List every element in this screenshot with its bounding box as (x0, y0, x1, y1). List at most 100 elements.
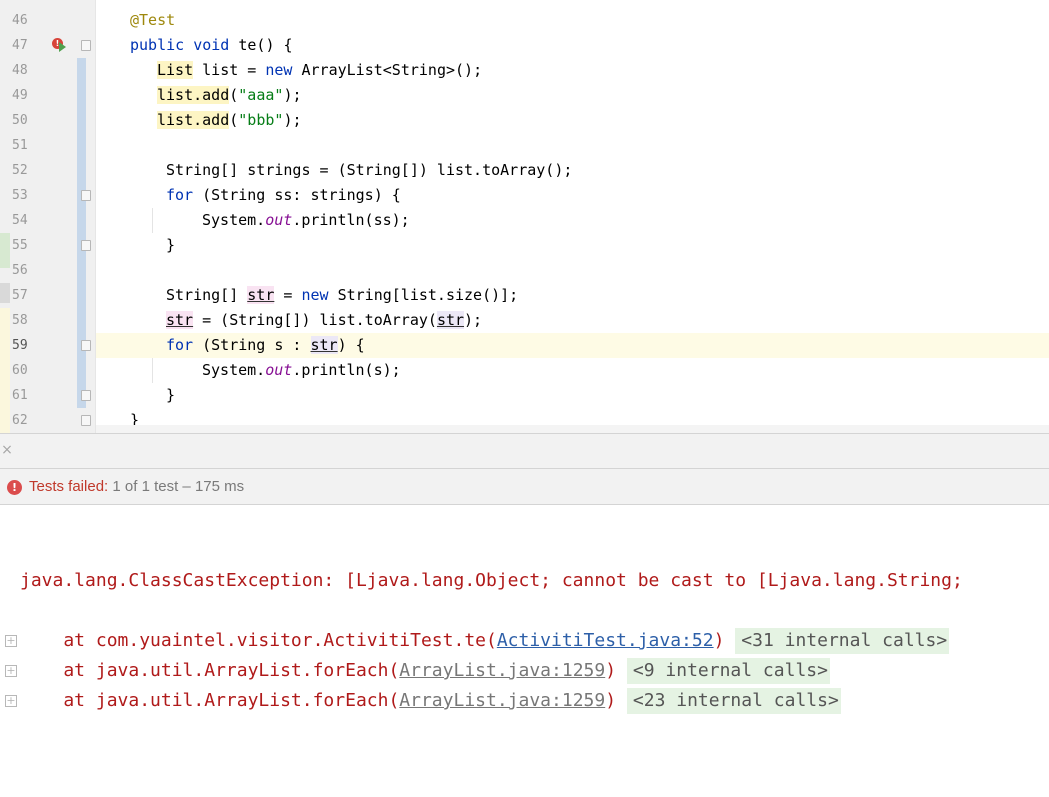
tests-failed-detail: 1 of 1 test – 175 ms (108, 478, 245, 495)
line-number: 47 (12, 38, 28, 53)
gutter-line: 46 (0, 8, 95, 33)
test-status-bar: ! Tests failed: 1 of 1 test – 175 ms (0, 468, 1049, 505)
line-number: 62 (12, 413, 28, 428)
code-line-61: } (166, 383, 175, 408)
test-status-text: Tests failed: 1 of 1 test – 175 ms (29, 469, 244, 504)
unfold-icon[interactable] (81, 240, 91, 251)
code-line-57: String[] str = new String[list.size()]; (166, 283, 518, 308)
fold-icon[interactable] (81, 340, 91, 351)
code-editor[interactable]: 46 47 48 49 50 51 52 53 54 55 56 57 58 5… (0, 0, 1049, 433)
run-test-icon[interactable]: ! (50, 37, 66, 53)
code-line-60: System.out.println(s); (202, 358, 401, 383)
line-number: 55 (12, 238, 28, 253)
code-text: System. (202, 211, 266, 229)
vcs-change-bar[interactable] (77, 58, 86, 408)
run-panel-header: × (0, 434, 1049, 468)
stack-frame-text: ) (605, 660, 617, 681)
fold-icon[interactable] (81, 190, 91, 201)
code-text: list.add (157, 111, 230, 129)
line-number: 48 (12, 63, 28, 78)
source-link[interactable]: ArrayList.java:1259 (399, 660, 605, 681)
close-icon[interactable]: × (1, 443, 13, 457)
code-text: ); (283, 111, 302, 129)
exception-message: java.lang.ClassCastException: [Ljava.lan… (20, 570, 963, 591)
line-number: 56 (12, 263, 28, 278)
horizontal-scrollbar[interactable] (96, 425, 1049, 433)
code-text: System. (202, 361, 266, 379)
code-line-48: List list = new ArrayList<String>(); (157, 58, 482, 83)
annotation: @Test (130, 11, 176, 29)
unfold-icon[interactable] (81, 390, 91, 401)
keyword: public (130, 36, 185, 54)
play-icon (59, 42, 66, 52)
line-number: 58 (12, 313, 28, 328)
indent-guide (152, 358, 153, 383)
line-number-current: 59 (12, 338, 28, 353)
code-line-55: } (166, 233, 175, 258)
code-line-47: public void te() { (130, 33, 293, 58)
code-text: (String ss: strings) { (193, 186, 401, 204)
string-literal: "aaa" (238, 86, 284, 104)
indent-guide (152, 208, 153, 233)
variable-read-highlight: str (310, 336, 338, 354)
line-number: 53 (12, 188, 28, 203)
code-text: ) { (337, 336, 365, 354)
code-text: ArrayList<String>(); (292, 61, 483, 79)
code-text: String[list.size()]; (328, 286, 519, 304)
code-line-53: for (String ss: strings) { (166, 183, 401, 208)
code-text: String[] (166, 286, 248, 304)
code-line-58: str = (String[]) list.toArray(str); (166, 308, 482, 333)
line-number: 49 (12, 88, 28, 103)
code-text: ); (283, 86, 302, 104)
variable-write-highlight: str (247, 286, 275, 304)
stack-frame: at com.yuaintel.visitor.ActivitiTest.te(… (20, 628, 950, 654)
code-text: List (157, 61, 194, 79)
keyword: void (193, 36, 230, 54)
line-number: 60 (12, 363, 28, 378)
tests-failed-label: Tests failed: (29, 478, 109, 495)
stack-frame-text: at java.util.ArrayList.forEach( (20, 660, 400, 681)
code-text: list = (193, 61, 266, 79)
code-text: .println(ss); (292, 211, 410, 229)
code-text: te() { (229, 36, 293, 54)
code-text: = (274, 286, 302, 304)
source-link[interactable]: ArrayList.java:1259 (399, 690, 605, 711)
keyword: new (301, 286, 329, 304)
code-line-52: String[] strings = (String[]) list.toArr… (166, 158, 572, 183)
editor-gutter: 46 47 48 49 50 51 52 53 54 55 56 57 58 5… (0, 0, 95, 433)
keyword: for (166, 186, 194, 204)
static-field: out (265, 211, 293, 229)
expand-icon[interactable]: + (5, 695, 17, 707)
line-number: 51 (12, 138, 28, 153)
stack-frame-text: ) (713, 630, 725, 651)
line-number: 50 (12, 113, 28, 128)
line-number: 52 (12, 163, 28, 178)
line-number: 61 (12, 388, 28, 403)
stack-frame-text: at java.util.ArrayList.forEach( (20, 690, 400, 711)
internal-calls-fold[interactable]: <9 internal calls> (626, 658, 830, 684)
code-line-59: for (String s : str) { (166, 333, 365, 358)
unfold-icon[interactable] (81, 415, 91, 426)
code-line-54: System.out.println(ss); (202, 208, 410, 233)
fold-icon[interactable] (81, 40, 91, 51)
code-text: .println(s); (292, 361, 401, 379)
line-number: 54 (12, 213, 28, 228)
code-text: = (String[]) list.toArray( (193, 311, 437, 329)
code-line-50: list.add("bbb"); (157, 108, 302, 133)
internal-calls-fold[interactable]: <31 internal calls> (735, 628, 950, 654)
static-field: out (265, 361, 293, 379)
line-number: 57 (12, 288, 28, 303)
gutter-separator (95, 0, 96, 433)
console-output[interactable]: java.lang.ClassCastException: [Ljava.lan… (0, 505, 1049, 797)
variable-write-highlight: str (166, 311, 194, 329)
expand-icon[interactable]: + (5, 665, 17, 677)
stack-frame-text: at com.yuaintel.visitor.ActivitiTest.te( (20, 630, 497, 651)
stack-frame: at java.util.ArrayList.forEach(ArrayList… (20, 658, 830, 684)
internal-calls-fold[interactable]: <23 internal calls> (626, 688, 841, 714)
code-text: (String s : (193, 336, 311, 354)
expand-icon[interactable]: + (5, 635, 17, 647)
code-line-49: list.add("aaa"); (157, 83, 302, 108)
stack-frame-text: ) (605, 690, 617, 711)
code-text: ( (229, 111, 239, 129)
source-link[interactable]: ActivitiTest.java:52 (497, 630, 714, 651)
